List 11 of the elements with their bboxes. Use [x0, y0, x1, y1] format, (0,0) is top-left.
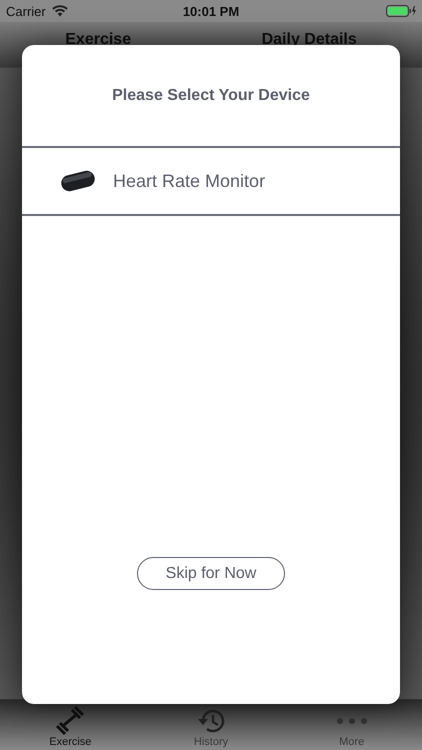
tab-bar-item[interactable]: Exercise [0, 700, 141, 750]
more-icon [336, 716, 368, 726]
battery-icon [386, 5, 416, 17]
tab-bar-item[interactable]: History [140, 700, 282, 750]
wifi-icon [52, 5, 68, 17]
clock-time: 10:01 PM [182, 4, 240, 18]
skip-button[interactable]: Skip for Now [137, 557, 285, 590]
carrier-name: Carrier [6, 4, 46, 18]
dialog-title: Please Select Your Device [22, 45, 400, 148]
device-row[interactable]: Heart Rate Monitor [22, 148, 400, 216]
tab-bar-item[interactable]: More [281, 700, 422, 750]
